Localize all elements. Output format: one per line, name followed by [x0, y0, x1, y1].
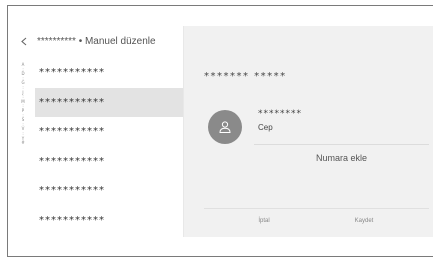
divider [204, 208, 429, 209]
header: ********** • Manuel düzenle [13, 26, 183, 56]
contact-name: ******* ***** [204, 71, 287, 82]
list-item[interactable]: *********** [35, 147, 183, 177]
phone-type-label: Cep [258, 123, 273, 132]
contact-detail-panel: ******* ***** ******** Cep Numara ekle İ… [184, 26, 433, 237]
divider [254, 144, 429, 145]
list-item[interactable]: *********** [35, 58, 183, 88]
alphabet-index[interactable]: A : D : G : J : M : P : S : V : Y # [18, 62, 28, 146]
person-icon [219, 121, 231, 133]
avatar[interactable] [208, 110, 242, 144]
save-button[interactable]: Kaydet [324, 212, 404, 230]
chevron-left-icon [21, 37, 27, 45]
back-button[interactable] [15, 30, 33, 52]
alpha-index-letter[interactable]: # [18, 140, 28, 146]
list-item[interactable]: *********** [35, 176, 183, 206]
phone-number[interactable]: ******** [258, 109, 302, 119]
list-item[interactable]: *********** [35, 206, 183, 236]
edit-contact-screen: ********** • Manuel düzenle A : D : G : … [13, 26, 433, 237]
cancel-button[interactable]: İptal [224, 212, 304, 230]
contact-list-panel: ********** • Manuel düzenle A : D : G : … [13, 26, 183, 237]
list-item-selected[interactable]: *********** [35, 87, 183, 117]
contact-list: *********** *********** *********** ****… [35, 58, 183, 235]
list-item[interactable]: *********** [35, 117, 183, 147]
page-title: ********** • Manuel düzenle [37, 35, 156, 47]
add-number-button[interactable]: Numara ekle [254, 150, 429, 166]
